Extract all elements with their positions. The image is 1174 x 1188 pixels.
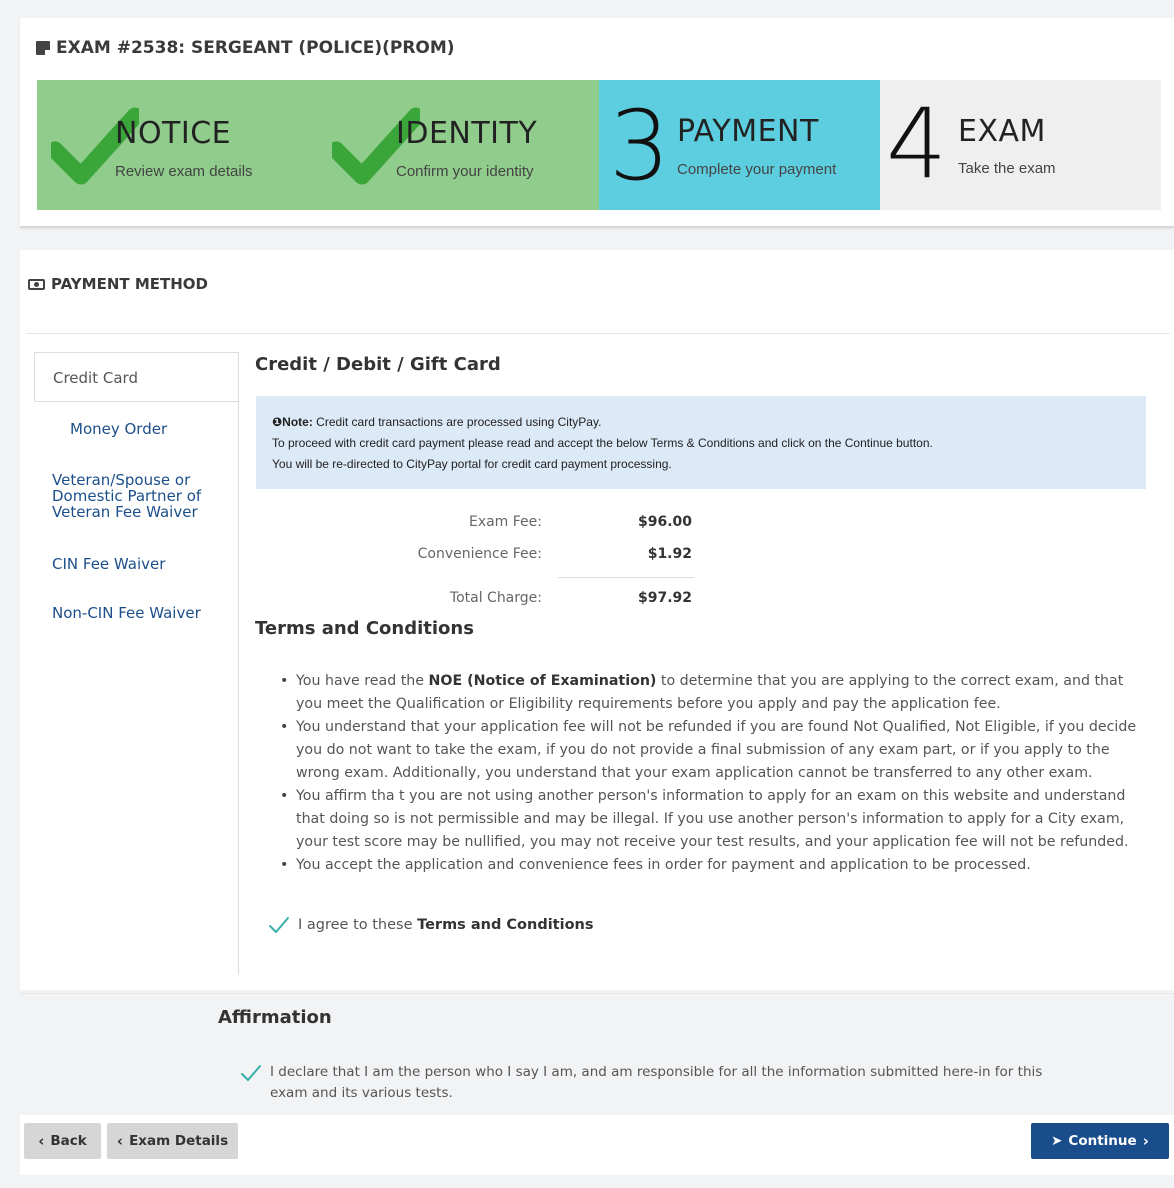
exam-fee-row: Exam Fee: $96.00: [300, 514, 700, 536]
back-button-label: Back: [50, 1133, 87, 1149]
exam-fee-label: Exam Fee:: [468, 514, 542, 530]
exam-title: EXAM #2538: SERGEANT (POLICE)(PROM): [36, 38, 455, 58]
exam-header-card: EXAM #2538: SERGEANT (POLICE)(PROM) NOTI…: [20, 18, 1174, 228]
money-icon: [28, 278, 45, 290]
convenience-fee-value: $1.92: [647, 546, 692, 562]
footer-bar: ‹ Back ‹ Exam Details ➤ Continue ›: [20, 1115, 1174, 1175]
note-label: Note:: [282, 415, 313, 429]
payment-method-heading-text: PAYMENT METHOD: [51, 275, 208, 293]
chevron-left-icon: ‹: [38, 1132, 45, 1150]
payment-type-title: Credit / Debit / Gift Card: [255, 354, 501, 375]
exam-title-text: EXAM #2538: SERGEANT (POLICE)(PROM): [56, 38, 455, 58]
continue-button[interactable]: ➤ Continue ›: [1031, 1123, 1169, 1159]
total-charge-label: Total Charge:: [449, 590, 542, 606]
step-subtitle: Review exam details: [115, 163, 253, 180]
sidebar-item-credit-card[interactable]: Credit Card: [34, 352, 238, 402]
exam-fee-value: $96.00: [637, 514, 692, 530]
terms-item: You understand that your application fee…: [278, 716, 1148, 785]
continue-button-label: Continue: [1068, 1133, 1137, 1149]
sidebar-item-veteran-fee-waiver[interactable]: Veteran/Spouse or Domestic Partner of Ve…: [52, 472, 237, 520]
terms-item: You affirm tha t you are not using anoth…: [278, 785, 1148, 854]
note-line-1: ❶Note: Credit card transactions are proc…: [272, 412, 1130, 433]
step-title: IDENTITY: [396, 116, 538, 151]
paper-plane-icon: ➤: [1051, 1133, 1063, 1149]
agree-text: I agree to these: [298, 917, 418, 933]
sidebar-item-cin-fee-waiver[interactable]: CIN Fee Waiver: [52, 556, 165, 572]
step-payment[interactable]: 3 PAYMENT Complete your payment: [599, 80, 880, 210]
terms-item: You have read the NOE (Notice of Examina…: [278, 670, 1148, 716]
payment-method-heading: PAYMENT METHOD: [28, 275, 208, 293]
step-number: 3: [609, 90, 671, 202]
sidebar-item-money-order[interactable]: Money Order: [52, 421, 185, 437]
affirmation-title: Affirmation: [218, 1007, 332, 1028]
agree-terms-label: I agree to these Terms and Conditions: [298, 917, 594, 933]
exam-details-button-label: Exam Details: [129, 1133, 229, 1149]
fee-divider: [558, 577, 694, 578]
agree-terms-bold: Terms and Conditions: [417, 917, 594, 933]
step-exam: 4 EXAM Take the exam: [880, 80, 1161, 210]
step-subtitle: Take the exam: [958, 160, 1056, 177]
divider: [26, 333, 1170, 334]
noe-link-text: NOE (Notice of Examination): [428, 673, 657, 689]
chevron-right-icon: ›: [1142, 1132, 1149, 1150]
step-title: EXAM: [958, 114, 1046, 149]
step-subtitle: Complete your payment: [677, 161, 837, 178]
step-notice[interactable]: NOTICE Review exam details: [37, 80, 318, 210]
citypay-note: ❶Note: Credit card transactions are proc…: [256, 396, 1146, 489]
note-line-3: You will be re-directed to CityPay porta…: [272, 457, 672, 471]
terms-text: You have read the: [296, 673, 429, 689]
affirmation-text: I declare that I am the person who I say…: [270, 1064, 1043, 1101]
terms-title: Terms and Conditions: [255, 618, 474, 639]
convenience-fee-label: Convenience Fee:: [417, 546, 542, 562]
exam-details-button[interactable]: ‹ Exam Details: [107, 1123, 238, 1159]
document-icon: [36, 41, 50, 55]
step-identity[interactable]: IDENTITY Confirm your identity: [318, 80, 599, 210]
checkmark-icon: [241, 1065, 261, 1081]
step-subtitle: Confirm your identity: [396, 163, 534, 180]
info-icon: ❶: [272, 415, 283, 429]
checkmark-icon: [269, 917, 289, 933]
section-divider: [20, 993, 1174, 994]
terms-list: You have read the NOE (Notice of Examina…: [278, 670, 1148, 877]
progress-steps: NOTICE Review exam details IDENTITY Conf…: [37, 80, 1161, 210]
step-title: NOTICE: [115, 116, 232, 151]
step-number: 4: [886, 88, 948, 200]
back-button[interactable]: ‹ Back: [24, 1123, 101, 1159]
total-charge-value: $97.92: [637, 590, 692, 606]
step-title: PAYMENT: [677, 114, 819, 149]
affirmation-checkbox[interactable]: I declare that I am the person who I say…: [240, 1062, 1070, 1104]
convenience-fee-row: Convenience Fee: $1.92: [300, 546, 700, 568]
terms-item: You accept the application and convenien…: [278, 854, 1148, 877]
note-line-2: To proceed with credit card payment plea…: [272, 436, 933, 450]
total-charge-row: Total Charge: $97.92: [300, 590, 700, 612]
note-text: Credit card transactions are processed u…: [312, 415, 602, 429]
chevron-left-icon: ‹: [116, 1132, 124, 1150]
agree-terms-checkbox[interactable]: I agree to these Terms and Conditions: [268, 916, 594, 934]
sidebar-item-non-cin-fee-waiver[interactable]: Non-CIN Fee Waiver: [52, 605, 201, 621]
payment-method-sidebar: Credit Card Money Order Veteran/Spouse o…: [34, 352, 239, 975]
